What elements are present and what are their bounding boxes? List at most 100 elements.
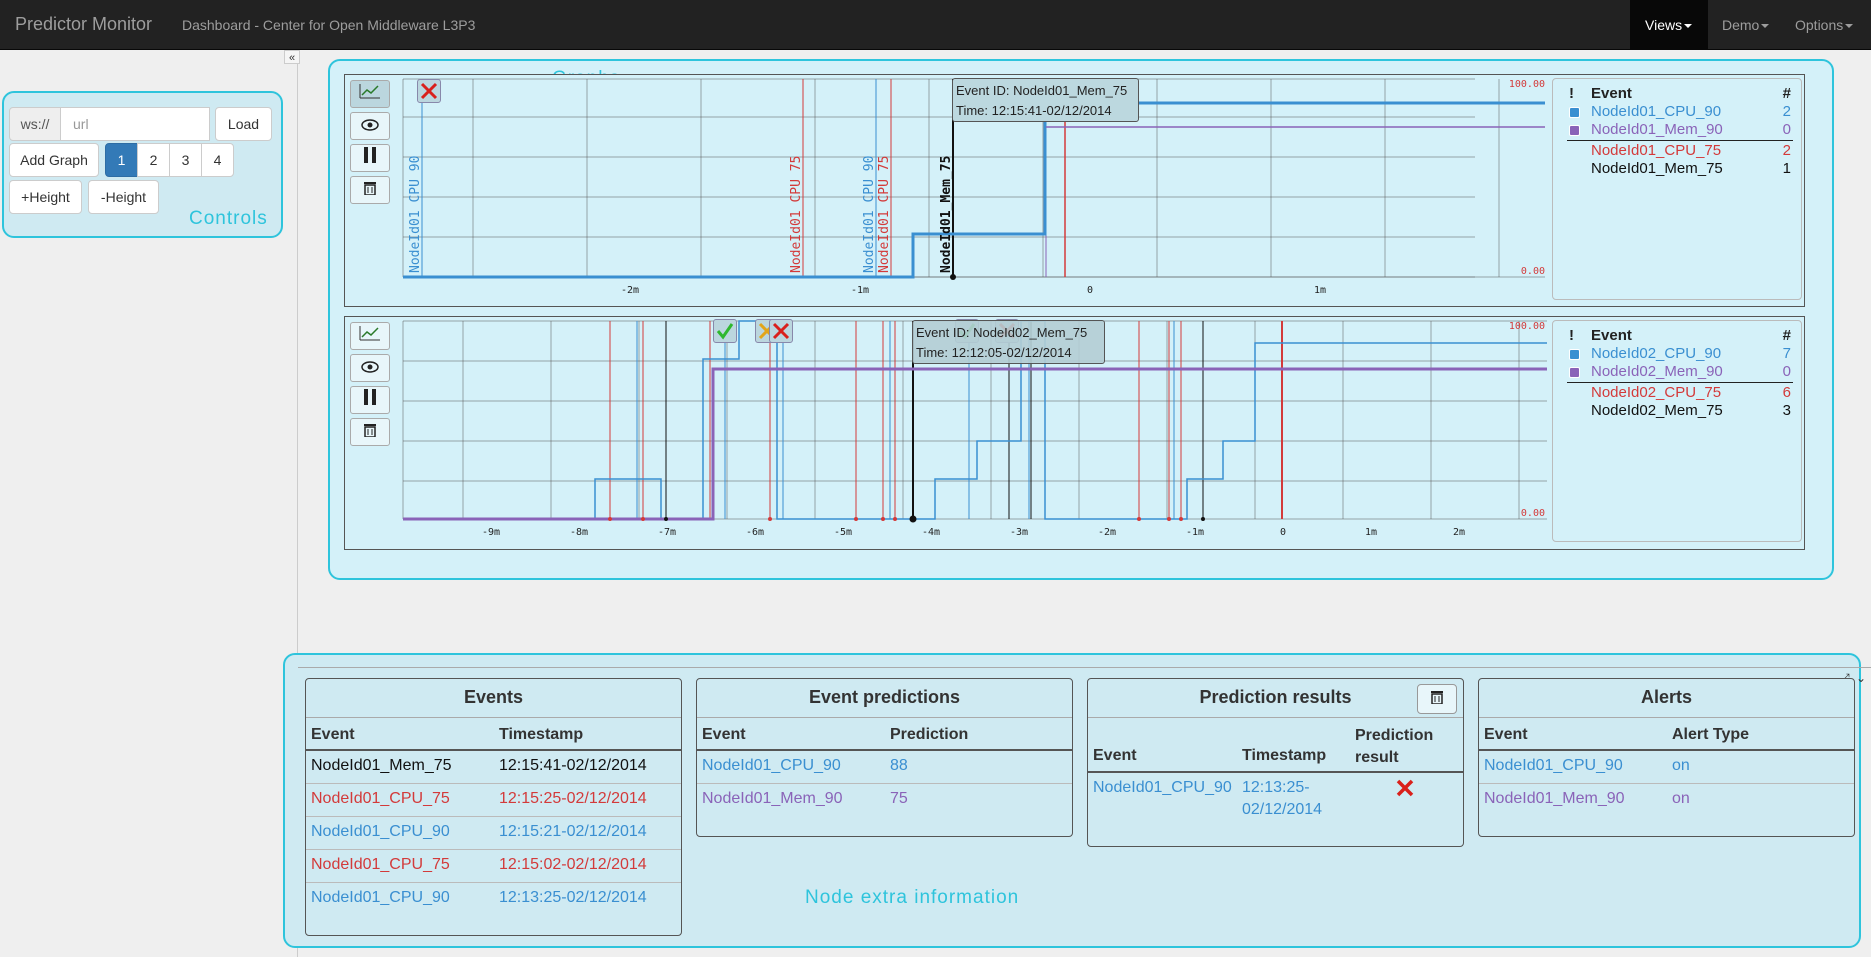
legend-row[interactable]: NodeId01_CPU_90 2 [1553, 103, 1793, 121]
legend-row[interactable]: NodeId01_CPU_75 2 [1553, 142, 1793, 160]
cross-icon[interactable] [769, 319, 793, 343]
svg-text:1m: 1m [1314, 285, 1326, 296]
check-icon[interactable] [713, 319, 737, 343]
caret-down-icon [1761, 24, 1770, 29]
cross-icon[interactable] [417, 79, 441, 103]
menu-views[interactable]: Views [1630, 0, 1708, 50]
legend-row[interactable]: NodeId01_Mem_75 1 [1553, 160, 1793, 178]
app-brand[interactable]: Predictor Monitor [15, 14, 152, 35]
col-event: Event [311, 726, 355, 743]
legend-header: ! Event # [1553, 85, 1793, 103]
legend-name: NodeId02_Mem_75 [1591, 402, 1723, 419]
legend-name: NodeId01_Mem_75 [1591, 160, 1723, 177]
menu-demo[interactable]: Demo [1707, 0, 1784, 50]
increase-height-button[interactable]: +Height [9, 180, 82, 214]
timestamp-cell: 12:15:25-02/12/2014 [499, 790, 647, 807]
legend-marker [1569, 367, 1580, 378]
legend-separator [1567, 382, 1793, 383]
svg-text:-3m: -3m [1010, 527, 1028, 538]
ws-prefix: ws:// [9, 107, 61, 141]
event-cell: NodeId01_Mem_90 [1484, 790, 1625, 807]
svg-text:1m: 1m [1365, 527, 1377, 538]
svg-text:-8m: -8m [570, 527, 588, 538]
event-label: NodeId01_CPU_75 [877, 156, 892, 273]
legend-row[interactable]: NodeId01_Mem_90 0 [1553, 121, 1793, 139]
tooltip-time: Time: 12:12:05-02/12/2014 [916, 345, 1072, 360]
graph-count-4[interactable]: 4 [201, 143, 234, 177]
prediction-cell: 75 [890, 790, 908, 807]
event-cell: NodeId01_CPU_90 [1484, 757, 1623, 774]
svg-text:-2m: -2m [1098, 527, 1116, 538]
graph-legend: ! Event # NodeId01_CPU_90 2 NodeId01_Mem… [1552, 78, 1802, 300]
svg-text:-9m: -9m [482, 527, 500, 538]
alert-type-cell: on [1672, 757, 1690, 774]
menu-demo-label: Demo [1722, 17, 1760, 33]
legend-row[interactable]: NodeId02_Mem_90 0 [1553, 363, 1793, 381]
menu-options-label: Options [1795, 17, 1844, 33]
node-extra-annotation: Node extra information [805, 887, 1020, 908]
svg-text:-4m: -4m [922, 527, 940, 538]
col-prediction-result: Prediction result [1355, 727, 1434, 766]
graph-count-1[interactable]: 1 [105, 143, 138, 177]
timestamp-line2: 02/12/2014 [1242, 801, 1323, 818]
results-panel: Prediction results Event Timestamp Predi… [1087, 678, 1464, 847]
col-event: Event [1484, 726, 1528, 743]
event-cell: NodeId01_CPU_90 [311, 889, 450, 906]
legend-marker [1569, 107, 1580, 118]
legend-marker [1569, 349, 1580, 360]
event-tooltip: Event ID: NodeId01_Mem_75 Time: 12:15:41… [952, 78, 1139, 122]
col-event: Event [702, 726, 746, 743]
load-button[interactable]: Load [215, 107, 272, 141]
legend-count: 0 [1782, 121, 1791, 138]
controls-annotation: Controls [189, 208, 268, 229]
svg-text:-1m: -1m [851, 285, 869, 296]
dashboard-subtitle: Dashboard - Center for Open Middleware L… [182, 17, 476, 33]
graph-count-3[interactable]: 3 [169, 143, 202, 177]
legend-row[interactable]: NodeId02_Mem_75 3 [1553, 402, 1793, 420]
menu-views-label: Views [1645, 17, 1683, 33]
legend-count: 2 [1782, 103, 1791, 120]
legend-separator [1567, 140, 1793, 141]
menu-options[interactable]: Options [1780, 0, 1868, 50]
caret-down-icon [1684, 24, 1693, 29]
prediction-cell: 88 [890, 757, 908, 774]
col-timestamp: Timestamp [499, 726, 584, 743]
legend-count: 7 [1782, 345, 1791, 362]
legend-count: 0 [1782, 363, 1791, 380]
navbar: Predictor Monitor Dashboard - Center for… [0, 0, 1871, 50]
header-rule [306, 749, 681, 751]
legend-count: 6 [1782, 384, 1791, 401]
tooltip-time: Time: 12:15:41-02/12/2014 [956, 103, 1112, 118]
timestamp-cell: 12:15:02-02/12/2014 [499, 856, 647, 873]
events-title: Events [463, 687, 524, 707]
tooltip-event-id: Event ID: NodeId01_Mem_75 [956, 83, 1128, 98]
graph-count-2[interactable]: 2 [137, 143, 170, 177]
svg-text:-7m: -7m [658, 527, 676, 538]
predictions-panel: Event predictions Event Prediction NodeI… [696, 678, 1073, 837]
legend-header-count: # [1782, 85, 1791, 102]
timestamp-cell: 12:15:41-02/12/2014 [499, 757, 647, 774]
graph-node01-series: NodeId01_CPU_90 NodeId01_CPU_75 NodeId01… [403, 79, 1545, 296]
legend-row[interactable]: NodeId02_CPU_90 7 [1553, 345, 1793, 363]
svg-text:0: 0 [1280, 527, 1286, 538]
legend-header-event: Event [1591, 85, 1632, 102]
double-chevron-left-icon[interactable]: « [284, 50, 300, 64]
col-event: Event [1093, 747, 1137, 764]
alert-type-cell: on [1672, 790, 1690, 807]
y-max-label: 100.00 [1509, 321, 1545, 332]
legend-row[interactable]: NodeId02_CPU_75 6 [1553, 384, 1793, 402]
y-min-label: 0.00 [1521, 508, 1545, 519]
svg-text:-2m: -2m [621, 285, 639, 296]
col-prediction: Prediction [890, 726, 969, 743]
add-graph-button[interactable]: Add Graph [9, 143, 99, 177]
legend-name: NodeId01_CPU_90 [1591, 103, 1722, 120]
legend-count: 2 [1782, 142, 1791, 159]
decrease-height-button[interactable]: -Height [88, 180, 159, 214]
legend-name: NodeId01_Mem_90 [1591, 121, 1723, 138]
trash-icon[interactable] [1417, 684, 1457, 714]
graph-legend: ! Event # NodeId02_CPU_90 7 NodeId02_Mem… [1552, 320, 1802, 542]
event-label: NodeId01_CPU_75 [789, 156, 804, 273]
collapse-down-icon[interactable]: ⌄ [1856, 671, 1866, 685]
url-input[interactable]: url [60, 107, 210, 141]
bottom-divider [298, 667, 1871, 668]
